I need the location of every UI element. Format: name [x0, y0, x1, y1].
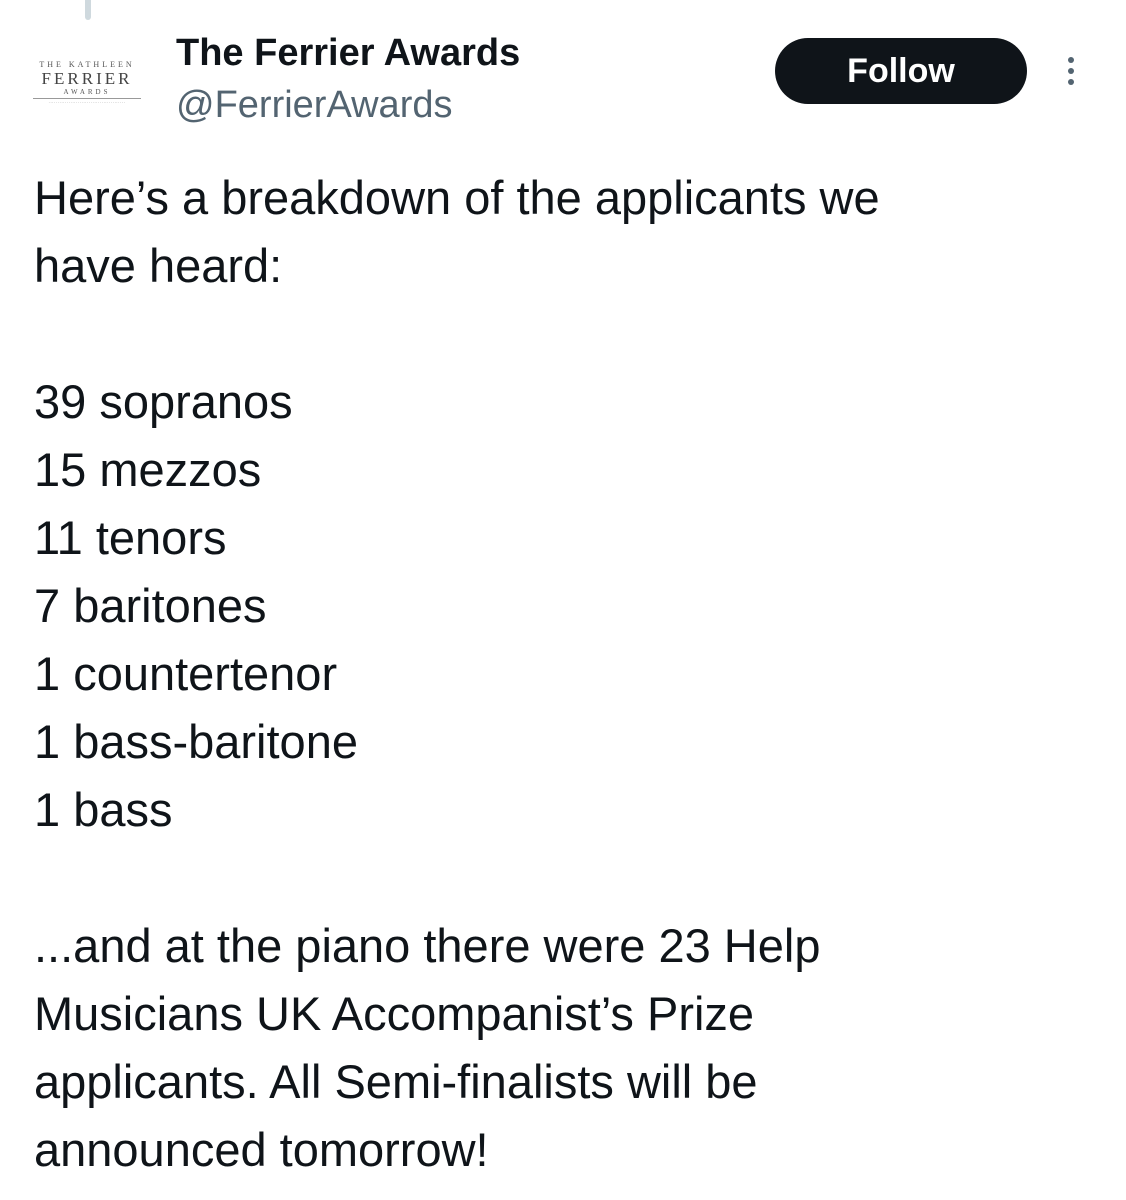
follow-button[interactable]: Follow — [775, 38, 1027, 104]
avatar[interactable]: THE KATHLEEN FERRIER AWARDS ············… — [28, 48, 146, 116]
breakdown-line: 1 bass-baritone — [34, 715, 358, 768]
breakdown-line: 7 baritones — [34, 579, 267, 632]
avatar-logo-rule — [33, 97, 141, 99]
breakdown-line: 1 bass — [34, 783, 173, 836]
closing-line: Musicians UK Accompanist’s Prize — [34, 987, 755, 1040]
more-dot — [1068, 79, 1074, 85]
thread-connector-line — [85, 0, 91, 20]
more-horizontal-icon[interactable] — [1058, 48, 1084, 94]
breakdown-line: 39 sopranos — [34, 375, 293, 428]
avatar-logo-sub: AWARDS — [63, 87, 111, 96]
account-name[interactable]: The Ferrier Awards — [176, 30, 520, 76]
closing-line: announced tomorrow! — [34, 1123, 489, 1176]
closing-line: ...and at the piano there were 23 Help — [34, 919, 821, 972]
intro-line: have heard: — [34, 239, 283, 292]
tweet-text: Here’s a breakdown of the applicants we … — [34, 164, 1104, 1184]
avatar-logo-top: THE KATHLEEN — [39, 59, 135, 69]
breakdown-line: 15 mezzos — [34, 443, 262, 496]
breakdown-line: 11 tenors — [34, 511, 227, 564]
more-dot — [1068, 57, 1074, 63]
avatar-logo-main: FERRIER — [41, 68, 133, 88]
more-dot — [1068, 68, 1074, 74]
avatar-logo-fineprint: ········································… — [48, 99, 126, 105]
intro-line: Here’s a breakdown of the applicants we — [34, 171, 880, 224]
closing-line: applicants. All Semi-finalists will be — [34, 1055, 758, 1108]
account-handle[interactable]: @FerrierAwards — [176, 82, 452, 128]
breakdown-line: 1 countertenor — [34, 647, 338, 700]
